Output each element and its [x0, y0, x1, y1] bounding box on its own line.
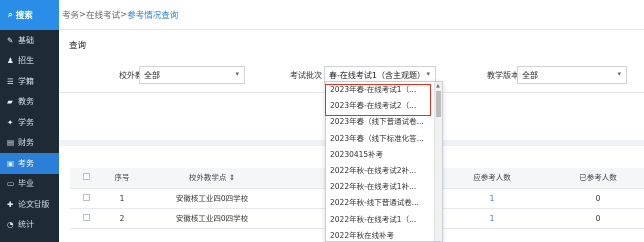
sidebar-item-teaching[interactable]: ▰ 教务	[0, 92, 59, 113]
row-checkbox-cell[interactable]	[70, 188, 102, 209]
sidebar-search-button[interactable]: ⌕ 搜索	[0, 0, 59, 30]
breadcrumb-online-exam[interactable]: 在线考试	[86, 9, 120, 21]
sidebar-item-finance[interactable]: ▤ 财务	[0, 133, 59, 154]
sidebar-item-status[interactable]: ☰ 学籍	[0, 71, 59, 92]
dropdown-option[interactable]: 2022年秋-在线考试1（...	[326, 212, 442, 228]
row-should-link[interactable]: 1	[432, 188, 552, 209]
version-label: 教学版本	[487, 71, 519, 80]
search-icon: ⌕	[8, 10, 13, 20]
batch-label: 考试批次	[290, 71, 322, 80]
dropdown-option[interactable]: 2023年春（线下标准化答...	[326, 131, 442, 147]
row-campus: 安徽核工业四0四学校	[142, 208, 282, 229]
breadcrumb-current: 参考情况查询	[127, 10, 179, 21]
version-select[interactable]: 全部 ▾	[517, 66, 627, 84]
highlight-box	[325, 84, 431, 116]
exam-icon: ▣	[7, 158, 15, 168]
chevron-down-icon: ▾	[617, 70, 621, 78]
list-icon: ☰	[7, 76, 14, 86]
sidebar-item-student-affairs[interactable]: ✦ 学务	[0, 112, 59, 133]
row-did: 0	[552, 188, 644, 209]
chevron-down-icon: ▾	[235, 70, 239, 78]
sidebar-item-exam[interactable]: ▣ 考务	[0, 153, 59, 174]
row-checkbox[interactable]	[82, 193, 90, 201]
header-should: 应参考人数	[432, 168, 552, 189]
sidebar: ⌕ 搜索 ✎ 基础 ♟ 招生 ☰ 学籍 ▰ 教务 ✦ 学务 ▤ 财务 ▣ 考务 ▭ 毕业 ✚ 论文…	[0, 0, 59, 242]
dropdown-scrollbar[interactable]: ▲	[434, 82, 442, 241]
sidebar-item-label: 招生	[18, 56, 34, 66]
row-seq: 1	[102, 188, 142, 209]
sidebar-item-label: 学籍	[18, 76, 34, 86]
user-plus-icon: ♟	[7, 56, 14, 66]
breadcrumb-exam[interactable]: 考务	[62, 9, 79, 21]
header-campus[interactable]: 校外教学点 ⇕	[142, 168, 282, 189]
sidebar-item-label: 教务	[18, 97, 34, 107]
row-checkbox[interactable]	[82, 213, 90, 221]
campus-select-value: 全部	[144, 70, 160, 80]
sidebar-item-enroll[interactable]: ♟ 招生	[0, 51, 59, 72]
dropdown-option[interactable]: 2022年秋在线补考	[326, 228, 442, 241]
sidebar-item-label: 论文답版	[18, 199, 50, 209]
pencil-icon: ✎	[7, 35, 14, 45]
sidebar-item-label: 考务	[18, 158, 34, 168]
row-checkbox-cell[interactable]	[70, 208, 102, 229]
select-all-cell[interactable]	[70, 168, 102, 189]
version-select-value: 全部	[522, 70, 538, 80]
dropdown-option[interactable]: 2022年秋-线下普通试卷...	[326, 195, 442, 211]
select-all-checkbox[interactable]	[82, 173, 90, 181]
row-did: 0	[552, 208, 644, 229]
sidebar-item-thesis[interactable]: ✚ 论文답版	[0, 194, 59, 215]
row-should-link[interactable]: 1	[432, 208, 552, 229]
chart-icon: ◔	[7, 220, 14, 230]
panel-title: 查询	[69, 41, 87, 51]
sidebar-item-label: 统计	[18, 220, 34, 230]
header-seq: 序号	[102, 168, 142, 189]
header-did: 已参考人数	[552, 168, 644, 189]
sidebar-item-label: 毕业	[18, 179, 34, 189]
dropdown-option[interactable]: 2023年春（线下普通试卷...	[326, 114, 442, 130]
breadcrumb-separator: >	[120, 9, 128, 20]
sidebar-item-basic[interactable]: ✎ 基础	[0, 30, 59, 51]
dropdown-option[interactable]: 20230415补考	[326, 147, 442, 163]
campus-select[interactable]: 全部 ▾	[139, 66, 245, 84]
breadcrumb: 考务 > 在线考试 > 参考情况查询	[59, 0, 644, 30]
sidebar-item-label: 学务	[18, 117, 34, 127]
thesis-icon: ✚	[7, 199, 14, 209]
row-seq: 2	[102, 208, 142, 229]
dropdown-option[interactable]: 2022年秋-在线考试1补...	[326, 179, 442, 195]
scroll-up-icon[interactable]: ▲	[436, 83, 440, 89]
sidebar-item-stats[interactable]: ◔ 统计	[0, 215, 59, 236]
graduation-icon: ✦	[7, 117, 14, 127]
batch-select-value: 春-在线考试1（含主观题）	[329, 70, 425, 80]
row-campus: 安徽核工业四0四学校	[142, 188, 282, 209]
sidebar-item-label: 基础	[18, 35, 34, 45]
sidebar-item-graduation[interactable]: ▭ 毕业	[0, 174, 59, 195]
certificate-icon: ▭	[7, 179, 15, 189]
money-icon: ▤	[7, 138, 15, 148]
dropdown-option[interactable]: 2022年秋-在线考试2补...	[326, 163, 442, 179]
sidebar-item-label: 财务	[18, 138, 34, 148]
scrollbar-thumb[interactable]	[436, 91, 441, 117]
breadcrumb-separator: >	[79, 9, 87, 20]
chevron-down-icon: ▾	[426, 70, 430, 78]
folder-icon: ▰	[7, 97, 13, 107]
sidebar-search-label: 搜索	[15, 11, 33, 21]
